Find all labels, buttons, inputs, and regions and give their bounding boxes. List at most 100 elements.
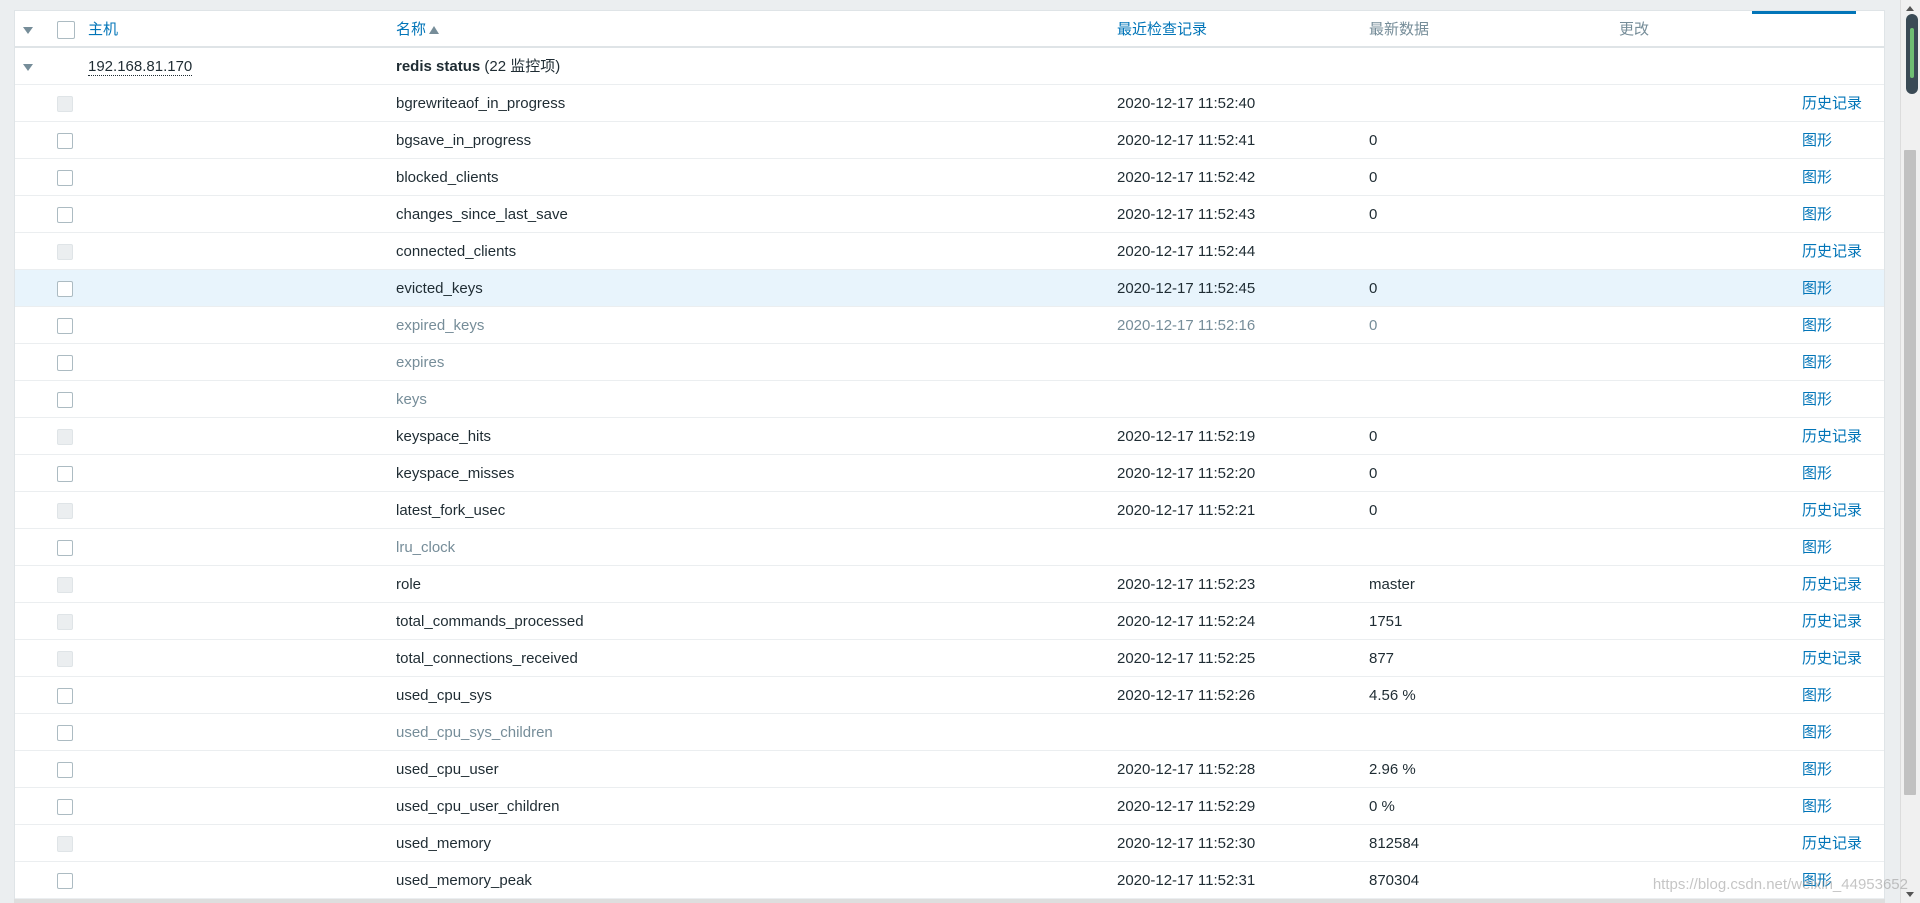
item-last-value: 4.56 % <box>1369 687 1416 704</box>
row-checkbox[interactable] <box>57 122 79 159</box>
item-name: total_connections_received <box>396 650 578 667</box>
graph-link[interactable]: 图形 <box>1802 455 1832 492</box>
item-last-check: 2020-12-17 11:52:42 <box>1117 169 1256 186</box>
table-row: bgrewriteaof_in_progress 2020-12-17 11:52… <box>15 85 1884 122</box>
graph-link[interactable]: 图形 <box>1802 751 1832 788</box>
graph-link[interactable]: 图形 <box>1802 307 1832 344</box>
item-last-value: master <box>1369 576 1415 593</box>
scrollbar-thumb[interactable] <box>1904 150 1916 795</box>
checkbox-icon <box>57 688 73 705</box>
table-row: keys 图形 <box>15 381 1884 418</box>
column-header-host[interactable]: 主机 <box>88 11 118 48</box>
checkbox-icon <box>57 503 73 520</box>
checkbox-icon <box>57 577 73 594</box>
host-cell: 192.168.81.170 <box>88 48 193 85</box>
history-link[interactable]: 历史记录 <box>1802 85 1862 122</box>
table-row: blocked_clients 2020-12-17 11:52:42 0 图形 <box>15 159 1884 196</box>
checkbox-icon <box>57 170 73 187</box>
collapse-all-toggle[interactable] <box>23 11 43 48</box>
row-checkbox[interactable] <box>57 418 79 455</box>
item-last-check: 2020-12-17 11:52:23 <box>1117 576 1256 593</box>
item-last-value: 0 <box>1369 206 1378 223</box>
item-last-check: 2020-12-17 11:52:44 <box>1117 243 1256 260</box>
graph-link[interactable]: 图形 <box>1802 677 1832 714</box>
item-name: evicted_keys <box>396 280 483 297</box>
row-checkbox[interactable] <box>57 344 79 381</box>
graph-link[interactable]: 图形 <box>1802 159 1832 196</box>
horizontal-scrollbar[interactable] <box>14 899 1885 903</box>
group-collapse-toggle[interactable] <box>23 48 43 85</box>
table-row: changes_since_last_save 2020-12-17 11:52:… <box>15 196 1884 233</box>
application-cell: redis status (22 监控项) <box>396 48 560 85</box>
row-checkbox[interactable] <box>57 159 79 196</box>
row-checkbox[interactable] <box>57 381 79 418</box>
row-checkbox[interactable] <box>57 270 79 307</box>
row-checkbox[interactable] <box>57 788 79 825</box>
item-name: total_commands_processed <box>396 613 584 630</box>
row-checkbox[interactable] <box>57 85 79 122</box>
item-name: expires <box>396 354 445 371</box>
item-name: blocked_clients <box>396 169 499 186</box>
item-name: changes_since_last_save <box>396 206 568 223</box>
graph-link[interactable]: 图形 <box>1802 788 1832 825</box>
history-link[interactable]: 历史记录 <box>1802 640 1862 677</box>
graph-link[interactable]: 图形 <box>1802 270 1832 307</box>
row-checkbox[interactable] <box>57 566 79 603</box>
table-row: used_memory 2020-12-17 11:52:30 812584 历史记录 <box>15 825 1884 862</box>
item-last-check: 2020-12-17 11:52:24 <box>1117 613 1256 630</box>
row-checkbox[interactable] <box>57 603 79 640</box>
item-last-value: 812584 <box>1369 835 1420 852</box>
column-header-last-check[interactable]: 最近检查记录 <box>1117 11 1207 48</box>
table-row: used_cpu_user 2020-12-17 11:52:28 2.96 % 图形 <box>15 751 1884 788</box>
column-header-name[interactable]: 名称 <box>396 11 440 48</box>
row-checkbox[interactable] <box>57 455 79 492</box>
row-checkbox[interactable] <box>57 640 79 677</box>
history-link[interactable]: 历史记录 <box>1802 233 1862 270</box>
history-link[interactable]: 历史记录 <box>1802 825 1862 862</box>
checkbox-icon <box>57 281 73 298</box>
table-row: used_memory_peak 2020-12-17 11:52:31 87030… <box>15 862 1884 899</box>
row-checkbox[interactable] <box>57 677 79 714</box>
column-header-last-value: 最新数据 <box>1369 21 1430 38</box>
select-all-checkbox[interactable] <box>57 11 79 48</box>
graph-link[interactable]: 图形 <box>1802 344 1832 381</box>
table-row: expires 图形 <box>15 344 1884 381</box>
row-checkbox[interactable] <box>57 862 79 899</box>
graph-link[interactable]: 图形 <box>1802 196 1832 233</box>
row-checkbox[interactable] <box>57 825 79 862</box>
table-row: role 2020-12-17 11:52:23 master 历史记录 <box>15 566 1884 603</box>
checkbox-icon <box>57 133 73 150</box>
row-checkbox[interactable] <box>57 714 79 751</box>
item-last-value: 0 <box>1369 465 1378 482</box>
history-link[interactable]: 历史记录 <box>1802 566 1862 603</box>
table-header: 主机 名称 最近检查记录 最新数据 更改 <box>15 11 1884 48</box>
row-checkbox[interactable] <box>57 196 79 233</box>
row-checkbox[interactable] <box>57 492 79 529</box>
row-checkbox[interactable] <box>57 529 79 566</box>
item-last-value: 2.96 % <box>1369 761 1416 778</box>
row-checkbox[interactable] <box>57 307 79 344</box>
vertical-scrollbar[interactable] <box>1900 0 1920 903</box>
graph-link[interactable]: 图形 <box>1802 529 1832 566</box>
history-link[interactable]: 历史记录 <box>1802 492 1862 529</box>
checkbox-icon <box>57 614 73 631</box>
item-name: expired_keys <box>396 317 485 334</box>
item-last-check: 2020-12-17 11:52:30 <box>1117 835 1256 852</box>
history-link[interactable]: 历史记录 <box>1802 418 1862 455</box>
item-last-check: 2020-12-17 11:52:28 <box>1117 761 1256 778</box>
graph-link[interactable]: 图形 <box>1802 122 1832 159</box>
graph-link[interactable]: 图形 <box>1802 381 1832 418</box>
graph-link[interactable]: 图形 <box>1802 714 1832 751</box>
host-link[interactable]: 192.168.81.170 <box>88 59 193 76</box>
row-checkbox[interactable] <box>57 233 79 270</box>
checkbox-icon <box>57 725 73 742</box>
side-widget[interactable] <box>1906 14 1918 94</box>
checkbox-icon <box>57 873 73 890</box>
history-link[interactable]: 历史记录 <box>1802 603 1862 640</box>
table-row: latest_fork_usec 2020-12-17 11:52:21 0 历史记录 <box>15 492 1884 529</box>
item-name: bgsave_in_progress <box>396 132 532 149</box>
row-checkbox[interactable] <box>57 751 79 788</box>
item-name: keyspace_misses <box>396 465 515 482</box>
item-last-check: 2020-12-17 11:52:26 <box>1117 687 1256 704</box>
scroll-up-icon[interactable] <box>1906 6 1914 11</box>
